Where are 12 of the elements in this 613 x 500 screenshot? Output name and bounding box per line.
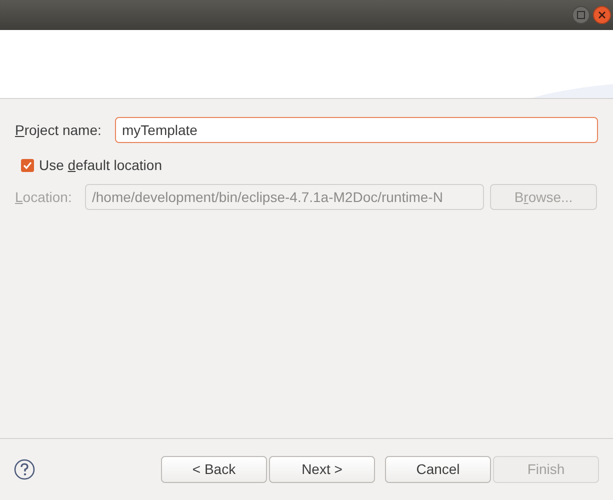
help-icon[interactable] <box>14 459 35 480</box>
wizard-button[interactable]: Cancel <box>385 456 491 483</box>
close-button[interactable] <box>593 6 611 24</box>
location-label: Location: <box>15 188 73 206</box>
wizard-button[interactable]: Next > <box>269 456 375 483</box>
wizard-button[interactable]: < Back <box>161 456 267 483</box>
default-location-checkbox[interactable] <box>21 159 34 172</box>
maximize-button[interactable] <box>572 6 590 24</box>
project-name-label: Project name: <box>15 120 102 140</box>
default-location-label: Use default location <box>39 156 162 175</box>
project-name-field[interactable]: myTemplate <box>115 117 598 143</box>
close-icon <box>598 11 606 19</box>
